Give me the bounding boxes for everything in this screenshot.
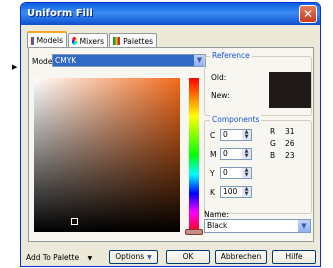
close-icon: ✕ bbox=[302, 7, 314, 21]
r-label: R bbox=[270, 127, 276, 136]
k-label: K bbox=[210, 188, 215, 197]
c-label: C bbox=[210, 131, 216, 140]
ok-button[interactable]: OK bbox=[166, 250, 210, 264]
hue-slider-handle[interactable] bbox=[185, 229, 203, 235]
tab-mixers-label: Mixers bbox=[79, 36, 104, 46]
models-icon bbox=[31, 36, 34, 45]
help-label: Hilfe bbox=[285, 252, 303, 261]
g-value: 26 bbox=[285, 139, 295, 148]
spin-arrows-icon[interactable]: ▲ ▼ bbox=[242, 168, 251, 178]
spin-arrows-icon[interactable]: ▲ ▼ bbox=[242, 187, 251, 197]
reference-group: Reference Old: New: bbox=[204, 51, 312, 116]
old-label: Old: bbox=[211, 73, 227, 82]
name-label: Name: bbox=[204, 210, 229, 219]
cancel-button[interactable]: Abbrechen bbox=[215, 250, 267, 264]
hue-slider[interactable] bbox=[189, 78, 199, 232]
name-value: Black bbox=[207, 221, 228, 230]
tab-mixers[interactable]: Mixers bbox=[68, 33, 108, 48]
uniform-fill-dialog: Uniform Fill ✕ Models Mixers Palettes Mo… bbox=[20, 2, 321, 267]
new-label: New: bbox=[211, 91, 230, 100]
model-value: CMYK bbox=[55, 56, 77, 65]
m-label: M bbox=[210, 150, 217, 159]
k-input[interactable]: 100 ▲ ▼ bbox=[220, 186, 252, 198]
b-value: 23 bbox=[285, 151, 295, 160]
tab-models[interactable]: Models bbox=[27, 31, 67, 48]
reference-title: Reference bbox=[210, 51, 252, 60]
add-to-palette-label: Add To Palette bbox=[26, 253, 80, 262]
spin-arrows-icon[interactable]: ▲ ▼ bbox=[242, 149, 251, 159]
palettes-icon bbox=[113, 37, 121, 45]
options-button[interactable]: Options ▼ bbox=[109, 250, 158, 264]
y-value: 0 bbox=[223, 168, 228, 177]
components-title: Components bbox=[210, 115, 262, 124]
window-title: Uniform Fill bbox=[27, 8, 93, 19]
ok-label: OK bbox=[182, 252, 194, 261]
y-label: Y bbox=[210, 169, 215, 178]
m-input[interactable]: 0 ▲ ▼ bbox=[220, 148, 252, 160]
add-to-palette-dropdown-icon[interactable]: ▼ bbox=[88, 255, 93, 262]
color-field-marker[interactable] bbox=[71, 218, 78, 225]
spin-arrows-icon[interactable]: ▲ ▼ bbox=[242, 130, 251, 140]
components-group: Components C 0 ▲ ▼ M 0 ▲ ▼ Y 0 ▲ ▼ K 100 ▲ ▼… bbox=[204, 115, 312, 214]
color-field[interactable] bbox=[34, 78, 180, 232]
chevron-down-icon: ▼ bbox=[298, 220, 310, 232]
model-select[interactable]: CMYK ▼ bbox=[52, 54, 206, 67]
close-button[interactable]: ✕ bbox=[299, 5, 317, 23]
help-button[interactable]: Hilfe bbox=[272, 250, 316, 264]
tab-palettes-label: Palettes bbox=[123, 36, 153, 46]
r-value: 31 bbox=[285, 127, 295, 136]
c-input[interactable]: 0 ▲ ▼ bbox=[220, 129, 252, 141]
mixers-icon bbox=[72, 37, 77, 45]
m-value: 0 bbox=[223, 149, 228, 158]
y-input[interactable]: 0 ▲ ▼ bbox=[220, 167, 252, 179]
b-label: B bbox=[270, 151, 276, 160]
add-to-palette-button[interactable]: Add To Palette ▼ bbox=[26, 253, 92, 262]
options-label: Options bbox=[115, 252, 145, 261]
cancel-label: Abbrechen bbox=[220, 252, 262, 261]
k-value: 100 bbox=[223, 187, 238, 196]
title-bar: Uniform Fill ✕ bbox=[21, 3, 320, 25]
reference-swatch bbox=[269, 72, 311, 108]
side-arrow-icon: ▶ bbox=[12, 63, 18, 71]
name-combobox[interactable]: Black ▼ bbox=[204, 219, 311, 233]
models-panel: Model: CMYK ▼ Reference Old: New: Compon… bbox=[28, 47, 314, 242]
tab-palettes[interactable]: Palettes bbox=[109, 33, 157, 48]
tab-models-label: Models bbox=[36, 36, 63, 45]
chevron-down-icon: ▼ bbox=[147, 254, 152, 261]
c-value: 0 bbox=[223, 130, 228, 139]
g-label: G bbox=[270, 139, 276, 148]
